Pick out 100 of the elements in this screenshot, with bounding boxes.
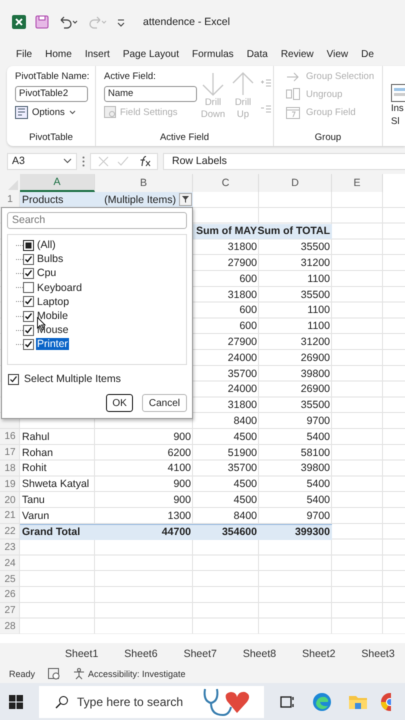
checkbox[interactable] <box>23 240 34 251</box>
table-cell: Grand Total <box>20 524 95 540</box>
up-arrow-icon <box>230 71 256 97</box>
insert-slicer-label[interactable]: Sl <box>391 116 405 128</box>
menu-tab[interactable]: Data <box>246 48 268 60</box>
filter-item[interactable]: Keyboard <box>36 282 83 294</box>
filter-item[interactable]: Cpu <box>36 267 58 280</box>
dialog-button[interactable]: OK <box>106 394 133 412</box>
column-header[interactable]: E <box>332 174 383 192</box>
checkbox[interactable] <box>23 282 34 294</box>
sheet-tab[interactable]: Sheet2 <box>302 648 336 660</box>
table-cell-text: 600 <box>238 272 258 287</box>
table-cell-text: 900 <box>172 430 192 445</box>
search-field[interactable]: Search <box>7 212 187 229</box>
menu-tab[interactable]: File <box>16 48 32 60</box>
menu-tab[interactable]: Page Layout <box>122 48 179 60</box>
sheet-tab[interactable]: Sheet6 <box>124 648 158 660</box>
table-cell-text: 600 <box>238 303 258 318</box>
table-cell-text: 600 <box>238 319 258 334</box>
checkbox[interactable] <box>23 296 34 308</box>
sheet-tab[interactable]: Sheet3 <box>361 648 395 660</box>
field-label: Active Field: <box>104 71 157 82</box>
row-number: 19 <box>4 478 16 490</box>
ungroup-icon <box>286 88 300 100</box>
filter-item[interactable]: Bulbs <box>36 253 64 266</box>
table-cell: Sum of TOTAL <box>259 224 332 240</box>
down-arrow-icon <box>200 71 226 97</box>
name-box[interactable]: A3 <box>7 152 77 170</box>
row-number: 22 <box>4 526 16 538</box>
field-settings-icon <box>104 106 116 118</box>
checkbox[interactable] <box>23 324 34 336</box>
row-number: 17 <box>4 447 16 458</box>
menu-tab[interactable]: Review <box>280 48 314 60</box>
table-cell-text: 5400 <box>306 430 331 445</box>
column-header[interactable]: C <box>193 174 259 192</box>
table-cell-text: 31800 <box>226 288 258 303</box>
filter-item[interactable]: Laptop <box>36 296 70 308</box>
formula-field[interactable]: Row Labels <box>163 152 405 170</box>
menu-tab[interactable]: View <box>326 48 348 60</box>
menu-tab[interactable]: Insert <box>84 48 110 60</box>
checkbox[interactable] <box>23 268 34 279</box>
macro-icon[interactable] <box>48 668 60 680</box>
table-cell-text: 5400 <box>306 477 331 492</box>
column-header[interactable]: B <box>95 174 193 192</box>
excel-logo-icon <box>12 15 26 29</box>
column-header[interactable]: A <box>20 174 95 192</box>
checkbox[interactable] <box>23 254 34 265</box>
undo-icon[interactable] <box>58 15 78 29</box>
collapse-field-icon[interactable] <box>260 105 272 115</box>
table-cell-text: Varun <box>21 508 50 524</box>
table-cell: Products <box>20 192 95 208</box>
menu-tab[interactable]: Home <box>45 48 72 60</box>
active-field-field[interactable]: Name <box>104 86 197 102</box>
windows-start-icon[interactable] <box>9 694 23 708</box>
column-header[interactable]: D <box>259 174 332 192</box>
pivot-name-field[interactable]: PivotTable2 <box>15 86 88 102</box>
dialog-button[interactable]: Cancel <box>142 394 187 412</box>
row-number: 26 <box>4 589 16 600</box>
browser-icon[interactable] <box>312 692 332 712</box>
sheet-tab[interactable]: Sheet1 <box>65 648 98 660</box>
check-icon[interactable] <box>117 156 129 166</box>
chrome-icon[interactable] <box>380 692 391 712</box>
insert-slicer-label[interactable]: Ins <box>391 103 405 115</box>
filter-item[interactable]: Mouse <box>36 324 70 336</box>
save-icon[interactable] <box>35 15 49 29</box>
table-cell-text: 27900 <box>226 256 258 271</box>
table-cell-text: 4500 <box>232 493 258 508</box>
filter-item[interactable]: Mobile <box>36 310 69 322</box>
menu-tab[interactable]: De <box>361 48 374 60</box>
checkbox[interactable] <box>8 374 19 384</box>
table-cell-text: 1100 <box>306 319 331 334</box>
checkbox[interactable] <box>23 310 34 322</box>
sheet-tab[interactable]: Sheet8 <box>242 648 276 660</box>
redo-icon <box>87 15 107 29</box>
filter-item[interactable]: (All) <box>36 239 57 252</box>
filter-item[interactable]: Printer <box>36 338 69 350</box>
filter-dropdown-icon[interactable] <box>179 193 192 206</box>
checkbox[interactable] <box>23 338 34 350</box>
task-view-icon[interactable] <box>280 694 296 708</box>
table-cell-text: 26900 <box>300 350 331 366</box>
table-cell-text: 27900 <box>226 335 258 350</box>
menu-tab[interactable]: Formulas <box>192 48 234 60</box>
filter-field[interactable]: (Multiple Items) <box>95 192 193 208</box>
table-cell: 44700 <box>95 524 193 540</box>
table-cell-text: 8400 <box>232 508 258 524</box>
field-label: PivotTable Name: <box>15 71 89 82</box>
table-cell-text: 58100 <box>300 446 331 461</box>
row-number: 23 <box>4 542 16 553</box>
sheet-tab[interactable]: Sheet7 <box>184 648 217 660</box>
status-text: Ready <box>9 669 36 679</box>
options-button[interactable]: Options <box>15 106 89 119</box>
folder-icon[interactable] <box>348 694 368 710</box>
table-cell-text: Rahul <box>21 430 50 445</box>
table-cell-text: Shweta Katyal <box>21 477 90 492</box>
row-number: 18 <box>4 462 16 474</box>
accessibility-status[interactable]: Accessibility: Investigate <box>73 668 186 680</box>
taskbar-search-field[interactable]: Type here to search <box>39 686 264 718</box>
expand-field-icon[interactable] <box>260 79 272 89</box>
table-cell-text: 35500 <box>300 398 331 414</box>
table-cell-text: 6200 <box>166 446 192 461</box>
